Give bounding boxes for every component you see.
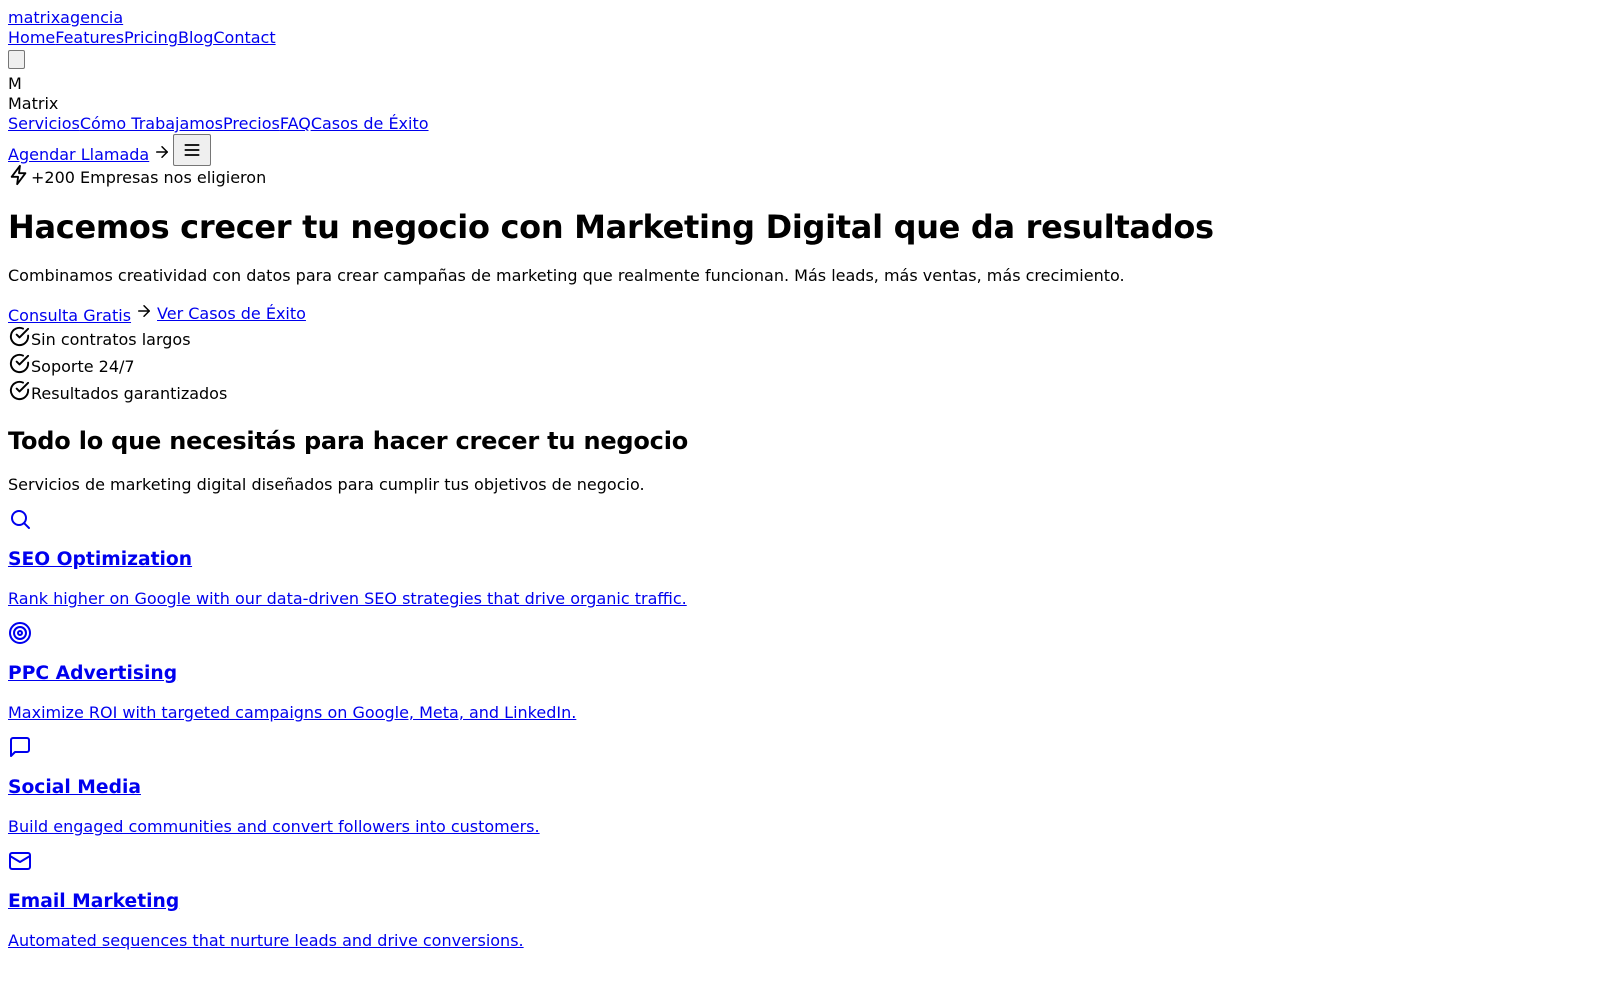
search-icon — [8, 507, 1592, 531]
check-circle-icon — [8, 352, 31, 375]
brand-link[interactable]: matrixagencia — [8, 8, 123, 27]
top-nav: HomeFeaturesPricingBlogContact — [8, 28, 1592, 48]
message-icon — [8, 735, 1592, 759]
main-nav: ServiciosCómo TrabajamosPreciosFAQCasos … — [8, 114, 1592, 134]
schedule-call-label: Agendar Llamada — [8, 145, 150, 164]
main-nav-faq[interactable]: FAQ — [280, 114, 311, 133]
benefit-item: Soporte 24/7 — [8, 353, 1592, 380]
top-nav-home[interactable]: Home — [8, 28, 55, 47]
free-consultation-button[interactable]: Consulta Gratis — [8, 302, 153, 326]
hero-title: Hacemos crecer tu negocio con Marketing … — [8, 208, 1214, 246]
top-nav-features[interactable]: Features — [55, 28, 124, 47]
hamburger-menu-icon — [182, 140, 202, 160]
top-nav-pricing[interactable]: Pricing — [124, 28, 178, 47]
main-nav-casos-exito[interactable]: Casos de Éxito — [311, 114, 429, 133]
top-nav-contact[interactable]: Contact — [213, 28, 275, 47]
menu-button[interactable] — [173, 134, 212, 166]
benefit-text: Soporte 24/7 — [31, 356, 135, 376]
mail-icon — [8, 849, 1592, 873]
lightning-icon — [8, 164, 30, 186]
logo-name: Matrix — [8, 94, 59, 113]
hero-subtitle: Combinamos creatividad con datos para cr… — [8, 266, 1125, 285]
check-circle-icon — [8, 325, 31, 348]
services-title: Todo lo que necesitás para hacer crecer … — [8, 427, 689, 455]
service-title: SEO Optimization — [8, 549, 193, 570]
hero-ctas: Consulta Gratis Ver Casos de Éxito — [8, 302, 1592, 326]
service-card-seo[interactable]: SEO Optimization Rank higher on Google w… — [8, 507, 1592, 609]
service-title: Email Marketing — [8, 891, 180, 912]
top-nav-blog[interactable]: Blog — [178, 28, 213, 47]
theme-toggle-button[interactable] — [8, 50, 25, 69]
check-circle-icon — [8, 379, 31, 402]
service-description: Maximize ROI with targeted campaigns on … — [8, 703, 577, 722]
service-description: Automated sequences that nurture leads a… — [8, 931, 524, 950]
service-card-social[interactable]: Social Media Build engaged communities a… — [8, 735, 1592, 837]
benefit-text: Sin contratos largos — [31, 329, 191, 349]
benefit-text: Resultados garantizados — [31, 383, 228, 403]
hero-badge-text: +200 Empresas nos eligieron — [31, 168, 267, 187]
top-bar: matrixagencia HomeFeaturesPricingBlogCon… — [8, 8, 1592, 74]
success-cases-link[interactable]: Ver Casos de Éxito — [157, 304, 306, 324]
service-card-ppc[interactable]: PPC Advertising Maximize ROI with target… — [8, 621, 1592, 723]
hero-badge: +200 Empresas nos eligieron — [8, 164, 1592, 188]
service-title: PPC Advertising — [8, 663, 178, 684]
site-header: M Matrix ServiciosCómo TrabajamosPrecios… — [8, 74, 1592, 166]
service-description: Rank higher on Google with our data-driv… — [8, 589, 687, 608]
arrow-right-icon — [135, 302, 153, 320]
logo-letter: M — [8, 74, 22, 93]
service-card-email[interactable]: Email Marketing Automated sequences that… — [8, 849, 1592, 951]
hero-section: +200 Empresas nos eligieron Hacemos crec… — [8, 164, 1592, 407]
main-nav-precios[interactable]: Precios — [223, 114, 280, 133]
benefit-item: Sin contratos largos — [8, 326, 1592, 353]
benefit-list: Sin contratos largos Soporte 24/7 Result… — [8, 326, 1592, 407]
target-icon — [8, 621, 1592, 645]
services-subtitle: Servicios de marketing digital diseñados… — [8, 475, 645, 494]
service-description: Build engaged communities and convert fo… — [8, 817, 540, 836]
services-section: Todo lo que necesitás para hacer crecer … — [8, 427, 1592, 951]
schedule-call-button[interactable]: Agendar Llamada — [8, 135, 171, 165]
main-nav-servicios[interactable]: Servicios — [8, 114, 80, 133]
service-title: Social Media — [8, 777, 141, 798]
main-nav-como-trabajamos[interactable]: Cómo Trabajamos — [80, 114, 223, 133]
arrow-right-icon — [153, 143, 171, 161]
benefit-item: Resultados garantizados — [8, 380, 1592, 407]
free-consultation-label: Consulta Gratis — [8, 306, 132, 325]
